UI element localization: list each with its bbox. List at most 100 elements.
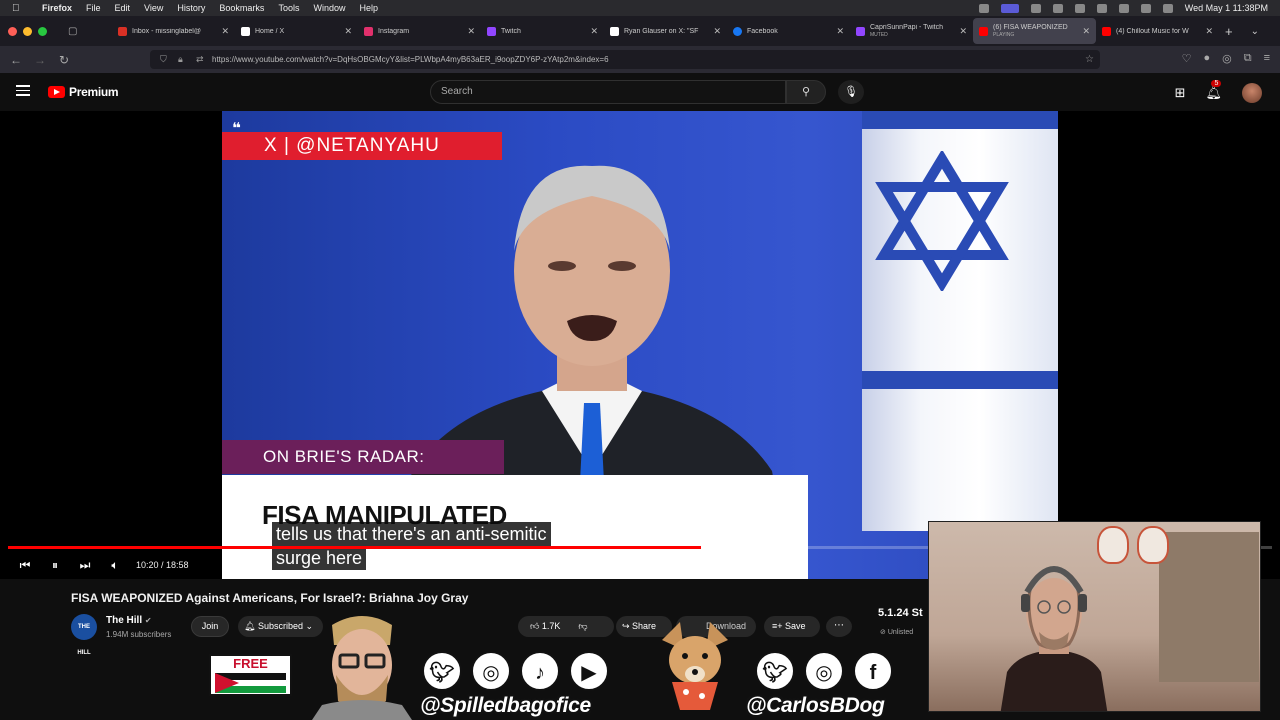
palestine-flag-icon	[215, 673, 286, 693]
like-button[interactable]: 👍︎ 1.7K 👎︎	[518, 616, 614, 637]
minimize-window-button[interactable]	[23, 26, 32, 36]
channel-avatar[interactable]: THE HILL	[71, 614, 97, 656]
notifications-bell-icon[interactable]: 🔔︎ 5	[1205, 80, 1222, 101]
avatar[interactable]	[1242, 83, 1262, 103]
close-tab-icon[interactable]: ✕	[467, 26, 475, 37]
search-button[interactable]: ⚲	[786, 80, 826, 104]
apple-icon[interactable]: 	[12, 3, 28, 14]
menu-app[interactable]: Firefox	[42, 3, 72, 13]
menu-tools[interactable]: Tools	[278, 3, 299, 13]
menu-help[interactable]: Help	[359, 3, 378, 13]
tab-list-chevron-icon[interactable]: ⌄	[1251, 26, 1259, 37]
youtube-logo[interactable]: Premium	[48, 85, 119, 99]
close-tab-icon[interactable]: ✕	[344, 26, 352, 37]
previous-icon[interactable]: ⏮︎	[10, 558, 40, 573]
account-icon[interactable]: ◎	[1222, 52, 1232, 65]
pocket-icon[interactable]: ♡	[1182, 52, 1192, 65]
tab-x[interactable]: Home / X ✕	[235, 18, 358, 44]
lock-icon[interactable]: 🔒︎	[178, 54, 183, 65]
menu-file[interactable]: File	[86, 3, 101, 13]
israeli-flag	[862, 111, 1058, 531]
menu-bookmarks[interactable]: Bookmarks	[219, 3, 264, 13]
close-tab-icon[interactable]: ✕	[959, 26, 967, 37]
save-button[interactable]: ≡+ Save	[764, 616, 820, 637]
tab-instagram[interactable]: Instagram ✕	[358, 18, 481, 44]
reload-icon[interactable]: ↻	[52, 53, 76, 67]
tab-youtube-active[interactable]: (6) FISA WEAPONIZED PLAYING ✕	[973, 18, 1096, 44]
search-icon[interactable]	[1140, 3, 1151, 13]
tab-overview-icon[interactable]: ▢	[68, 26, 77, 37]
extension-icon[interactable]: ●	[1203, 52, 1210, 65]
volume-icon[interactable]: 🔈︎	[100, 558, 130, 573]
control-center-icon[interactable]	[1162, 3, 1173, 13]
screen-record-icon[interactable]	[1000, 3, 1019, 13]
bearded-man-sticker	[312, 616, 412, 720]
close-tab-icon[interactable]: ✕	[836, 26, 844, 37]
channel-name-text: The Hill	[106, 615, 143, 626]
navigation-bar: ← → ↻ ⛉ 🔒︎ ⇄ https://www.youtube.com/wat…	[0, 46, 1280, 73]
twitch-icon	[856, 26, 865, 36]
gmail-icon	[118, 26, 127, 36]
toolbar-extensions: ♡ ● ◎ ⧉ ≡	[1182, 52, 1270, 65]
extensions-puzzle-icon[interactable]: ⧉	[1244, 52, 1252, 65]
free-palestine-banner: FREE PALESTINE	[209, 654, 292, 696]
save-label: Save	[785, 621, 806, 631]
shield-icon[interactable]: ⛉	[160, 54, 167, 65]
tab-youtube-music[interactable]: (4) Chillout Music for W ✕	[1096, 18, 1219, 44]
more-actions-icon[interactable]: ⋯	[826, 616, 852, 637]
instagram-icon	[364, 26, 373, 36]
new-tab-button[interactable]: +	[1225, 24, 1233, 39]
notification-badge: 5	[1211, 80, 1222, 87]
tab-gmail[interactable]: Inbox - missinglabel@ ✕	[112, 18, 235, 44]
search-input[interactable]: Search	[430, 80, 786, 104]
video-frame[interactable]: ❝ X | @NETANYAHU ON BRIE'S RADAR: FISA M…	[222, 111, 1058, 579]
youtube-header: Premium Search ⚲ 🎙︎ ⊞ 🔔︎ 5	[0, 73, 1280, 111]
thumbs-up-icon: 👍︎	[530, 621, 542, 631]
subscribed-label: Subscribed	[257, 621, 303, 631]
zoom-window-button[interactable]	[38, 26, 47, 36]
video-player[interactable]: ❝ X | @NETANYAHU ON BRIE'S RADAR: FISA M…	[0, 111, 1280, 579]
create-video-icon[interactable]: ⊞	[1175, 85, 1186, 101]
menu-window[interactable]: Window	[313, 3, 345, 13]
close-window-button[interactable]	[8, 26, 17, 36]
permissions-icon[interactable]: ⇄	[196, 54, 204, 65]
menu-icon[interactable]: ≡	[1264, 52, 1270, 65]
status-icon[interactable]	[978, 3, 989, 13]
bookmark-star-icon[interactable]: ☆	[1085, 54, 1094, 65]
close-tab-icon[interactable]: ✕	[1082, 26, 1090, 37]
tab-twitch-stream[interactable]: CapriSunnPapi - Twitch MUTED ✕	[850, 18, 973, 44]
status-icon[interactable]	[1030, 3, 1041, 13]
close-tab-icon[interactable]: ✕	[221, 26, 229, 37]
tab-twitch[interactable]: Twitch ✕	[481, 18, 604, 44]
streamer-figure	[1000, 566, 1108, 711]
menu-view[interactable]: View	[144, 3, 163, 13]
back-arrow-icon[interactable]: ←	[4, 53, 28, 67]
forward-arrow-icon[interactable]: →	[28, 53, 52, 67]
bluetooth-icon[interactable]	[1074, 3, 1085, 13]
menu-history[interactable]: History	[177, 3, 205, 13]
close-tab-icon[interactable]: ✕	[590, 26, 598, 37]
next-icon[interactable]: ⏭︎	[70, 558, 100, 573]
player-controls: ⏮︎ ⏸︎ ⏭︎ 🔈︎ 10:20 / 18:58	[0, 552, 900, 578]
tab-bar: ▢ Inbox - missinglabel@ ✕ Home / X ✕ Insta…	[0, 16, 1280, 46]
pause-icon[interactable]: ⏸︎	[40, 558, 70, 573]
battery-icon[interactable]	[1096, 3, 1107, 13]
subscribed-button[interactable]: 🔔︎ Subscribed ⌄	[238, 616, 324, 637]
tab-facebook[interactable]: Facebook ✕	[727, 18, 850, 44]
close-tab-icon[interactable]: ✕	[1205, 26, 1213, 37]
thumbs-down-icon[interactable]: 👎︎	[578, 621, 587, 631]
wifi-icon[interactable]	[1118, 3, 1129, 13]
close-tab-icon[interactable]: ✕	[713, 26, 721, 37]
channel-name[interactable]: The Hill ✔	[106, 615, 152, 626]
status-icon[interactable]	[1052, 3, 1063, 13]
hamburger-menu-icon[interactable]	[16, 85, 30, 99]
logo-text: Premium	[69, 85, 119, 99]
address-bar[interactable]: ⛉ 🔒︎ ⇄ https://www.youtube.com/watch?v=D…	[150, 50, 1100, 69]
voice-search-button[interactable]: 🎙︎	[838, 80, 864, 104]
clock[interactable]: Wed May 1 11:38PM	[1185, 3, 1268, 13]
tab-x-post[interactable]: Ryan Glauser on X: "SF ✕	[604, 18, 727, 44]
playlist-title[interactable]: 5.1.24 St	[878, 607, 923, 619]
verified-icon: ✔	[144, 616, 152, 625]
join-button[interactable]: Join	[191, 616, 229, 637]
menu-edit[interactable]: Edit	[115, 3, 131, 13]
